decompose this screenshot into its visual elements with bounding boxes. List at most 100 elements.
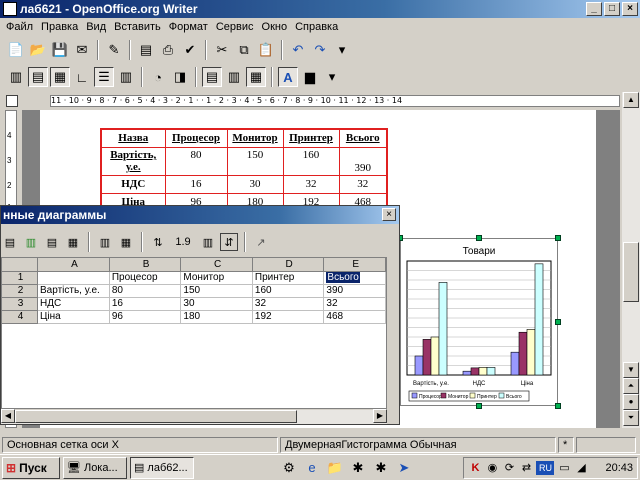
scroll-right-icon[interactable]: ▶ [373,409,387,423]
chart-3d-icon[interactable]: ◨ [170,67,190,87]
grid-cell[interactable]: НДС [37,297,110,311]
grid-cell[interactable]: Процесор [109,271,182,285]
navigator-icon[interactable]: ● [623,394,639,410]
tab-stop-selector[interactable] [6,95,18,107]
display-icon[interactable]: ▭ [557,461,571,475]
resize-handle[interactable] [476,235,482,241]
chart-legend-icon[interactable]: ▦ [50,67,70,87]
menu-insert[interactable]: Вставить [110,21,165,33]
table-header-cell[interactable]: Всього [338,128,388,148]
app-icon[interactable]: ✱ [348,458,368,478]
taskbar-item-writer[interactable]: ▤ лаб62... [130,456,194,479]
quicklaunch-icon[interactable]: ⚙ [279,458,299,478]
table-cell[interactable]: 390 [338,146,388,176]
network-icon[interactable]: ◉ [485,461,499,475]
grid-cell[interactable]: 96 [109,310,182,324]
taskbar-item-local[interactable]: 🖥 Лока... [63,456,127,479]
previous-page-icon[interactable]: ⏶ [623,378,639,394]
cut-icon[interactable]: ✂ [212,40,232,60]
scroll-down-icon[interactable]: ▼ [623,362,639,378]
grid-cell[interactable]: 468 [323,310,386,324]
chart-autoformat-icon[interactable]: ▆ [300,67,320,87]
insert-column-icon[interactable]: ▥ [22,233,40,251]
scroll-thumb[interactable] [623,242,639,302]
grid-cell[interactable]: 30 [180,297,253,311]
chart-data-table-icon[interactable]: ▦ [246,67,266,87]
menu-tools[interactable]: Сервис [212,21,258,33]
folder-icon[interactable]: 📁 [325,458,345,478]
sort-rows-icon[interactable]: ⇵ [220,233,238,251]
grid-row-header[interactable]: 4 [2,310,38,324]
new-document-icon[interactable]: 📄 [6,40,26,60]
grid-cell[interactable]: 150 [180,284,253,298]
resize-handle[interactable] [555,403,561,409]
table-cell[interactable]: 32 [282,174,340,194]
grid-cell[interactable]: Вартість, у.е. [37,284,110,298]
paste-icon[interactable]: 📋 [256,40,276,60]
volume-icon[interactable]: ◢ [574,461,588,475]
insert-row-icon[interactable]: ▤ [1,233,19,251]
swap-rows-icon[interactable]: ▥ [96,233,114,251]
resize-handle[interactable] [476,403,482,409]
scroll-up-icon[interactable]: ▲ [623,92,639,108]
table-cell[interactable]: 32 [338,174,388,194]
grid-cell[interactable]: 16 [109,297,182,311]
dialog-close-button[interactable]: × [382,208,396,221]
table-cell[interactable]: 16 [164,174,228,194]
table-header-cell[interactable]: Процесор [164,128,228,148]
resize-handle[interactable] [555,235,561,241]
menu-format[interactable]: Формат [165,21,212,33]
spellcheck-icon[interactable]: ✔ [180,40,200,60]
swap-columns-icon[interactable]: ▦ [117,233,135,251]
grid-row-header[interactable]: 3 [2,297,38,311]
grid-col-header[interactable]: A [37,258,110,272]
resize-handle[interactable] [555,319,561,325]
scroll-thumb[interactable] [15,410,297,423]
grid-cell[interactable]: 80 [109,284,182,298]
table-header-cell[interactable]: Принтер [282,128,340,148]
grid-cell[interactable]: 180 [180,310,253,324]
chart-title-icon[interactable]: ▤ [28,67,48,87]
send-icon[interactable]: ➤ [394,458,414,478]
data-grid[interactable]: A B C D E 1 Процесор Монитор Принтер Всь… [1,257,387,409]
embedded-chart[interactable]: Товари Вартість, у.е. НДС Ціна Процесор Монит… [397,235,561,409]
menu-help[interactable]: Справка [291,21,342,33]
start-button[interactable]: ⊞ Пуск [2,456,60,479]
edit-file-icon[interactable]: ✎ [104,40,124,60]
data-in-rows-icon[interactable]: ▤ [202,67,222,87]
delete-column-icon[interactable]: ▦ [64,233,82,251]
sort-icon[interactable]: ⇅ [149,233,167,251]
chart-area-icon[interactable]: ◔ [148,67,168,87]
grid-cell[interactable]: 32 [323,297,386,311]
chart-axes-icon[interactable]: ∟ [72,67,92,87]
update-icon[interactable]: ⟳ [502,461,516,475]
apply-to-chart-icon[interactable]: ↗ [252,233,270,251]
text-scaling-icon[interactable]: A [278,67,298,87]
email-icon[interactable]: ✉ [72,40,92,60]
browser-icon[interactable]: e [302,458,322,478]
chart-vgrid-icon[interactable]: ▥ [116,67,136,87]
grid-cell[interactable]: 160 [252,284,325,298]
table-cell[interactable]: 150 [226,146,284,176]
minimize-button[interactable]: _ [586,2,602,16]
menu-edit[interactable]: Правка [37,21,82,33]
menu-window[interactable]: Окно [258,21,292,33]
grid-cell[interactable]: 32 [252,297,325,311]
menu-file[interactable]: Файл [2,21,37,33]
grid-cell-selected[interactable]: Всього [323,271,386,285]
grid-col-header[interactable]: B [109,258,182,272]
save-icon[interactable]: 💾 [50,40,70,60]
delete-row-icon[interactable]: ▤ [43,233,61,251]
document-table[interactable]: Назва Процесор Монитор Принтер Всього Ва… [100,128,388,212]
open-folder-icon[interactable]: 📂 [28,40,48,60]
table-cell[interactable]: 160 [282,146,340,176]
export-pdf-icon[interactable]: ▤ [136,40,156,60]
grid-cell[interactable]: 390 [323,284,386,298]
table-cell[interactable]: Вартість, у.е. [100,146,166,176]
table-cell[interactable]: НДС [100,174,166,194]
grid-cell[interactable]: 192 [252,310,325,324]
table-cell[interactable]: 30 [226,174,284,194]
antivirus-icon[interactable]: K [468,461,482,475]
sort-columns-icon[interactable]: ▥ [199,233,217,251]
chart-grid-icon[interactable]: ☰ [94,67,114,87]
